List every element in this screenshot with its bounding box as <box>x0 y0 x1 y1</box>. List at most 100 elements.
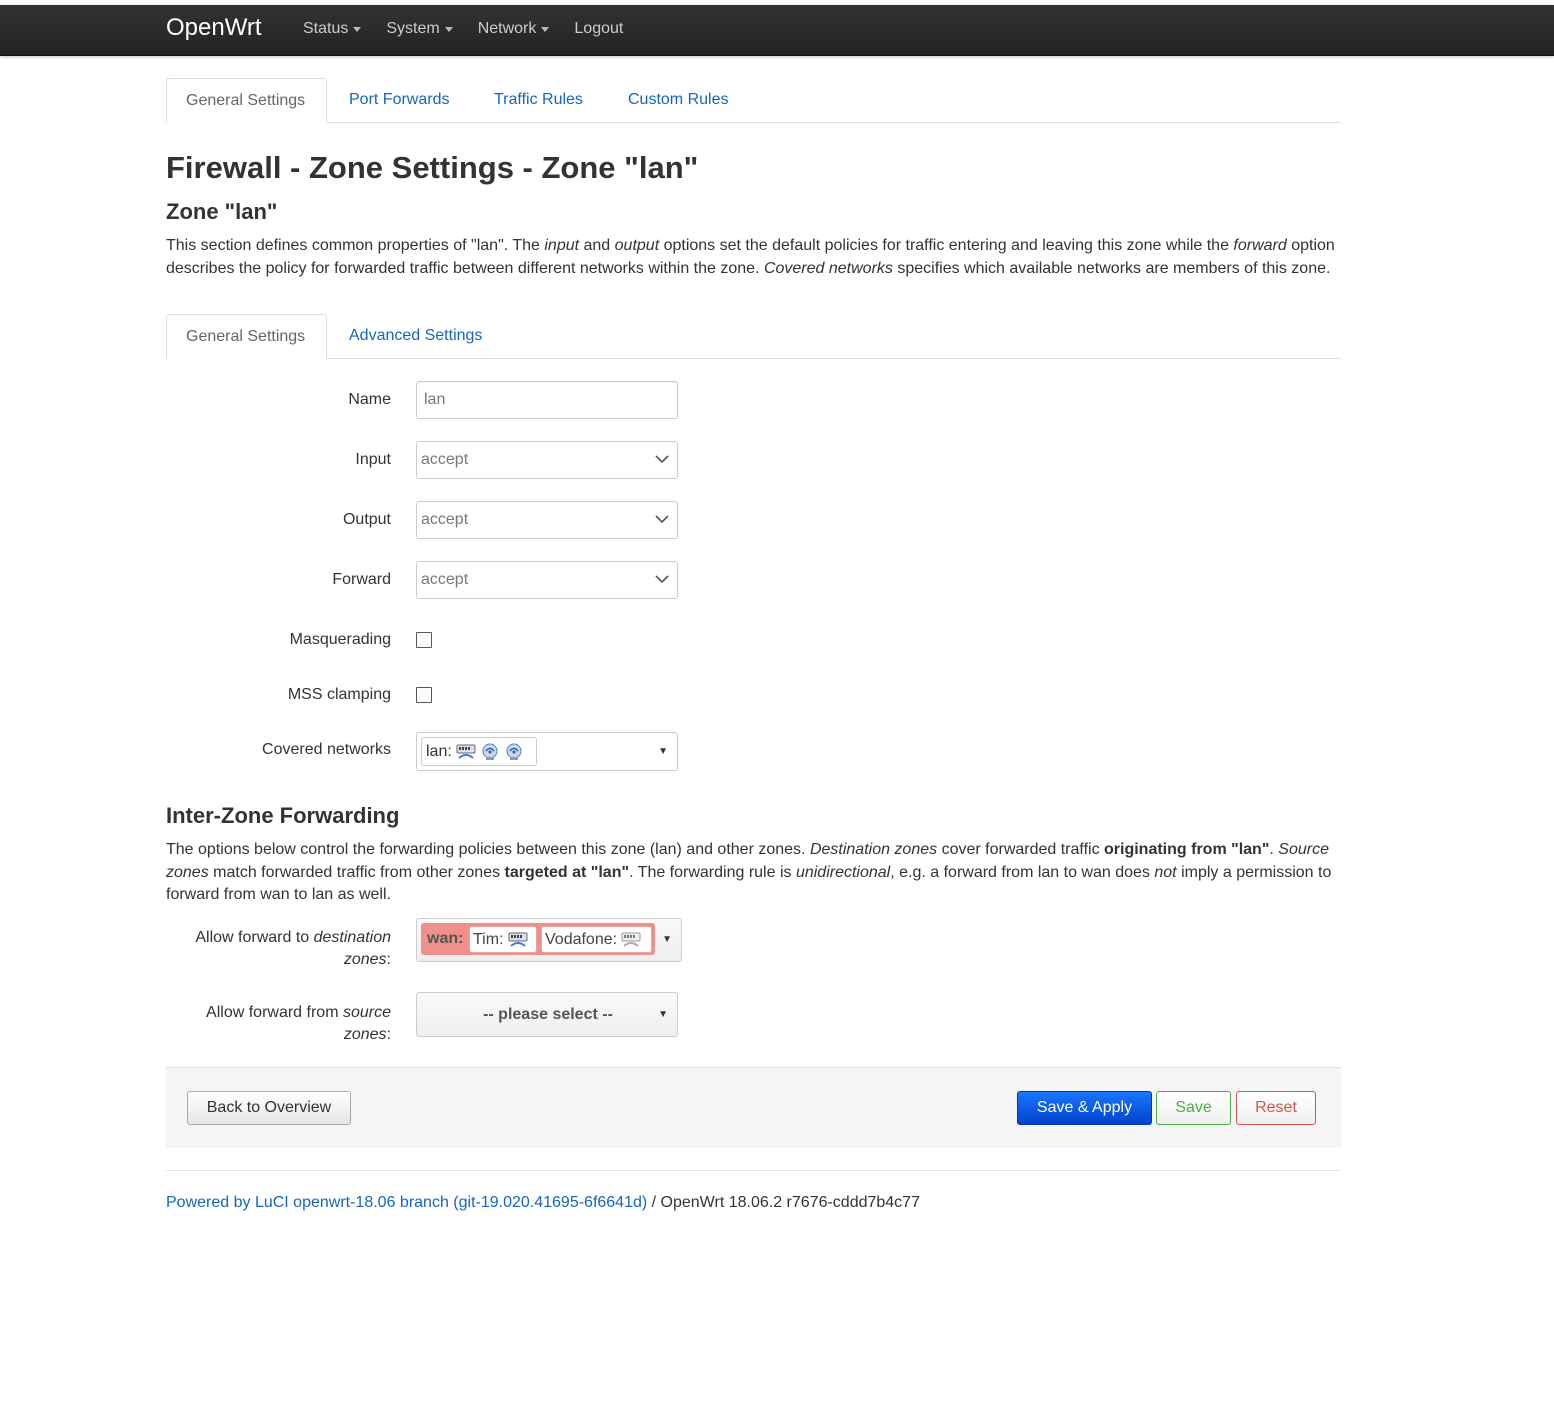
interzone-heading: Inter-Zone Forwarding <box>166 803 400 828</box>
zone-name-wan: wan: <box>427 930 464 947</box>
forward-label: Forward <box>332 571 391 588</box>
desc-em: Destination zones <box>809 841 938 858</box>
desc-strong: originating from "lan" <box>1104 841 1270 858</box>
output-label: Output <box>342 511 391 528</box>
zone-tabs: General Settings Advanced Settings <box>166 314 1341 359</box>
navbar: OpenWrt Status System Network Logout <box>0 5 1554 56</box>
covered-networks-dropdown[interactable]: lan: ▼ <box>416 732 678 771</box>
network-chip-label: lan: <box>426 742 452 760</box>
nav-menu: Status System Network Logout <box>303 20 648 38</box>
nav-system-label: System <box>386 20 440 37</box>
reset-button[interactable]: Reset <box>1236 1091 1316 1125</box>
zone-network-vodafone: Vodafone: <box>541 926 652 953</box>
nav-network[interactable]: Network <box>478 20 550 38</box>
dropdown-arrow-icon: ▼ <box>658 1009 668 1020</box>
label-em: zones <box>343 1026 387 1043</box>
nav-system[interactable]: System <box>386 20 453 38</box>
src-zones-placeholder: -- please select -- <box>483 1006 613 1023</box>
save-apply-button[interactable]: Save & Apply <box>1017 1091 1152 1125</box>
zone-badge-wan[interactable]: wan: Tim: Vodafone: <box>421 923 655 955</box>
desc-em: unidirectional <box>795 863 891 881</box>
save-button[interactable]: Save <box>1156 1091 1231 1125</box>
chevron-down-icon <box>655 455 669 464</box>
desc-em: input <box>544 237 580 254</box>
brand-logo[interactable]: OpenWrt <box>166 14 262 42</box>
dest-zones-dropdown[interactable]: wan: Tim: Vodafone: ▼ <box>416 918 682 962</box>
name-label: Name <box>348 391 391 408</box>
caret-down-icon <box>444 26 453 32</box>
dropdown-arrow-icon: ▼ <box>662 934 672 945</box>
desc-text: . <box>1269 841 1279 858</box>
mss-clamping-checkbox[interactable] <box>416 687 432 703</box>
footer: Powered by LuCI openwrt-18.06 branch (gi… <box>166 1194 920 1212</box>
label-text: Allow forward to <box>195 929 314 946</box>
interzone-description: The options below control the forwarding… <box>166 839 1341 907</box>
ethernet-port-icon <box>508 932 528 947</box>
back-to-overview-button[interactable]: Back to Overview <box>187 1091 351 1125</box>
output-select[interactable]: accept <box>416 501 678 539</box>
desc-text: match forwarded traffic from other zones <box>208 863 505 881</box>
src-zones-label: Allow forward from source zones: <box>166 1002 391 1046</box>
forward-select-value: accept <box>421 571 469 588</box>
tab-zone-advanced[interactable]: Advanced Settings <box>349 314 482 357</box>
label-em: zones <box>343 951 387 968</box>
tab-traffic-rules[interactable]: Traffic Rules <box>494 78 583 121</box>
luci-link[interactable]: Powered by LuCI openwrt-18.06 branch (gi… <box>166 1194 647 1211</box>
zone-description: This section defines common properties o… <box>166 235 1341 280</box>
network-chip-lan[interactable]: lan: <box>421 737 537 766</box>
wifi-icon <box>506 743 522 760</box>
name-field[interactable] <box>416 381 678 419</box>
tab-custom-rules[interactable]: Custom Rules <box>628 78 728 121</box>
input-select-value: accept <box>421 451 469 468</box>
covered-networks-label: Covered networks <box>262 741 391 758</box>
nav-status-label: Status <box>303 20 349 37</box>
desc-text: The options below control the forwarding… <box>166 841 810 858</box>
dest-zones-label: Allow forward to destination zones: <box>166 927 391 971</box>
desc-em: not <box>1154 863 1177 881</box>
nav-status[interactable]: Status <box>303 20 362 38</box>
nav-network-label: Network <box>477 20 537 37</box>
ethernet-port-icon <box>456 744 476 759</box>
footer-version: / OpenWrt 18.06.2 r7676-cddd7b4c77 <box>647 1194 920 1211</box>
desc-text: This section defines common properties o… <box>166 237 545 254</box>
desc-text: and <box>579 237 615 254</box>
zone-network-label: Vodafone: <box>545 931 618 948</box>
desc-em: forward <box>1233 237 1287 254</box>
label-text: : <box>386 951 391 968</box>
src-zones-dropdown[interactable]: -- please select -- ▼ <box>416 992 678 1037</box>
zone-network-label: Tim: <box>473 931 504 948</box>
dropdown-arrow-icon: ▼ <box>658 746 668 757</box>
nav-logout[interactable]: Logout <box>574 20 623 38</box>
label-text: : <box>386 1026 391 1043</box>
tab-general-settings[interactable]: General Settings <box>166 78 327 123</box>
input-select[interactable]: accept <box>416 441 678 479</box>
chevron-down-icon <box>655 575 669 584</box>
label-em: source <box>342 1004 391 1021</box>
caret-down-icon <box>541 26 550 32</box>
tab-zone-general[interactable]: General Settings <box>166 314 327 359</box>
wifi-icon <box>482 743 498 760</box>
desc-text: . The forwarding rule is <box>629 863 796 881</box>
page-title: Firewall - Zone Settings - Zone "lan" <box>166 150 699 185</box>
input-label: Input <box>355 451 391 468</box>
label-em: destination <box>313 929 391 946</box>
tab-port-forwards[interactable]: Port Forwards <box>349 78 449 121</box>
desc-em: Covered networks <box>763 259 893 277</box>
masquerading-label: Masquerading <box>289 631 391 648</box>
firewall-tabs: General Settings Port Forwards Traffic R… <box>166 78 1341 123</box>
forward-select[interactable]: accept <box>416 561 678 599</box>
desc-text: specifies which available networks are m… <box>892 259 1331 277</box>
desc-em: output <box>614 237 660 254</box>
nav-logout-label: Logout <box>574 20 624 37</box>
mss-clamping-label: MSS clamping <box>287 686 391 703</box>
desc-text: cover forwarded traffic <box>937 841 1105 858</box>
desc-strong: targeted at "lan" <box>504 863 630 881</box>
desc-text: , e.g. a forward from lan to wan does <box>890 863 1155 881</box>
ethernet-port-icon <box>621 932 641 947</box>
caret-down-icon <box>353 26 362 32</box>
masquerading-checkbox[interactable] <box>416 632 432 648</box>
zone-network-tim: Tim: <box>469 926 537 953</box>
footer-divider <box>166 1170 1341 1171</box>
output-select-value: accept <box>421 511 469 528</box>
desc-text: options set the default policies for tra… <box>659 237 1234 254</box>
